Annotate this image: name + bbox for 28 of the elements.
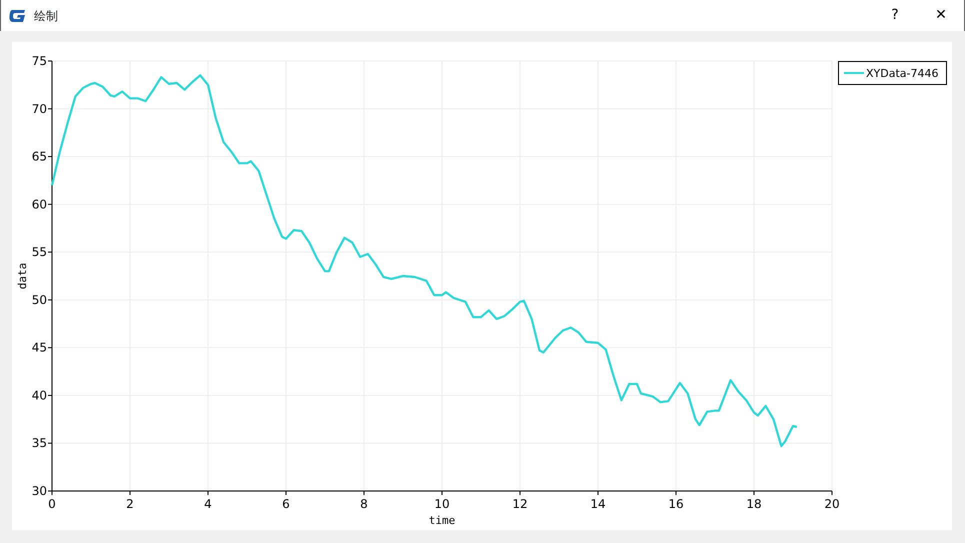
x-tick-label: 0 (48, 497, 56, 511)
x-tick-label: 2 (126, 497, 134, 511)
x-tick-label: 4 (204, 497, 212, 511)
x-tick-label: 10 (434, 497, 450, 511)
x-tick-label: 14 (590, 497, 606, 511)
y-tick-label: 70 (32, 102, 47, 116)
x-tick-label: 20 (824, 497, 840, 511)
y-tick-label: 65 (32, 150, 47, 164)
y-axis-label: data (16, 262, 29, 290)
x-tick-label: 18 (746, 497, 762, 511)
y-tick-label: 35 (32, 436, 47, 450)
y-tick-label: 75 (32, 54, 47, 68)
y-tick-label: 55 (32, 245, 47, 260)
y-tick-label: 60 (32, 197, 47, 212)
x-tick-label: 16 (668, 497, 684, 511)
x-tick-label: 8 (360, 497, 368, 511)
app-logo-icon (9, 8, 26, 22)
y-tick-label: 40 (32, 388, 47, 402)
y-tick-label: 30 (32, 484, 47, 498)
x-tick-label: 6 (282, 497, 290, 511)
help-button[interactable]: ? (872, 0, 918, 31)
legend-label: XYData-7446 (866, 67, 938, 80)
x-tick-label: 12 (512, 497, 528, 511)
y-tick-label: 50 (32, 292, 47, 307)
window-title: 绘制 (34, 8, 58, 24)
close-button[interactable]: ✕ (918, 0, 964, 31)
x-axis-label: time (428, 514, 456, 527)
y-tick-label: 45 (32, 340, 47, 355)
